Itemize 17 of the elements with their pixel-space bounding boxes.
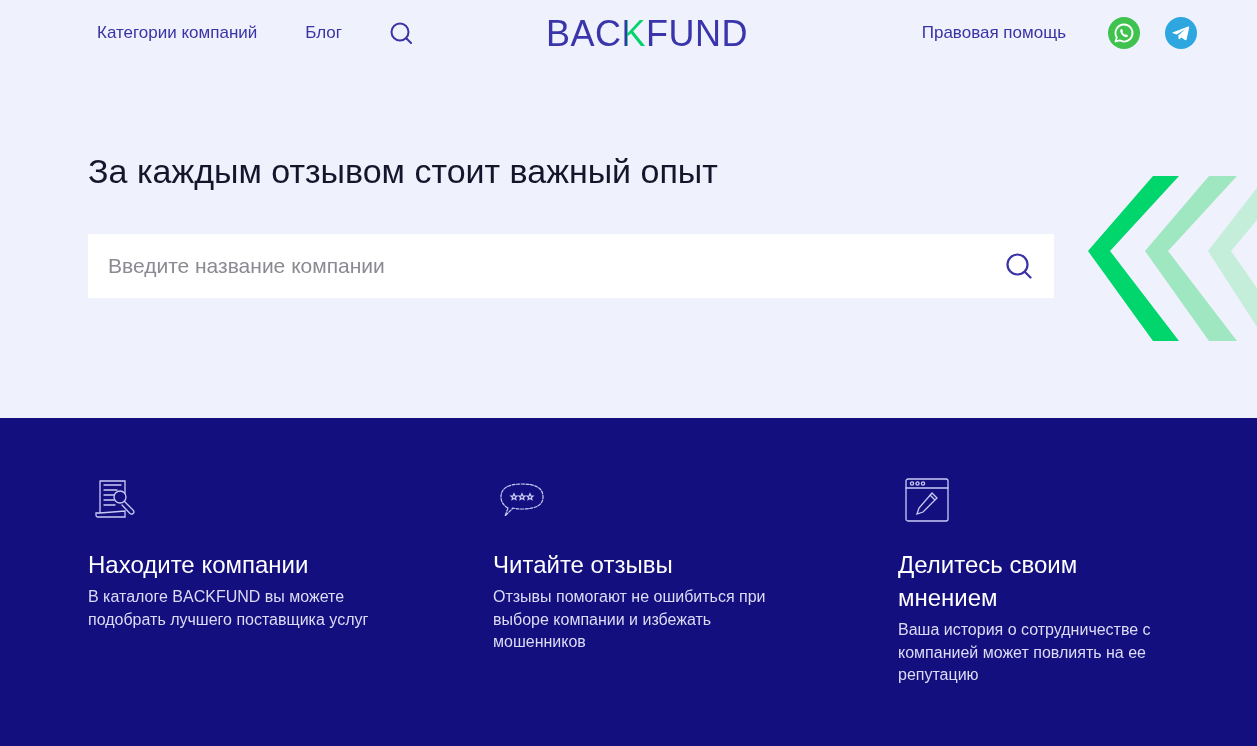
nav-link[interactable]: Правовая помощь [921, 22, 1066, 43]
feature-title: Читайте отзывы [493, 550, 673, 580]
search-icon[interactable] [1006, 253, 1032, 279]
search-icon[interactable] [390, 21, 413, 44]
feature-text: В каталоге BACKFUND вы можете подобрать лучшего поставщика услуг [88, 587, 370, 630]
logo[interactable]: BACKFUND [546, 13, 748, 52]
page-heading: За каждым отзывом стоит важный опыт [88, 151, 719, 191]
nav-link[interactable]: Блог [305, 22, 343, 43]
speech-bubble-icon [500, 482, 544, 518]
nav-link[interactable]: Категории компаний [97, 22, 258, 43]
search-field[interactable]: Введите название компании [88, 234, 1054, 298]
feature-title: Делитесь своим мнением [898, 550, 1079, 613]
feature-text: Ваша история о сотрудничестве с компанией может повлиять на ее репутацию [898, 620, 1152, 685]
feature-text: Отзывы помогают не ошибиться при выборе компании и избежать мошенников [493, 587, 767, 652]
paper-plane-icon[interactable] [1165, 16, 1197, 49]
feature-title: Находите компании [88, 550, 309, 580]
window-pencil-icon [905, 478, 949, 522]
